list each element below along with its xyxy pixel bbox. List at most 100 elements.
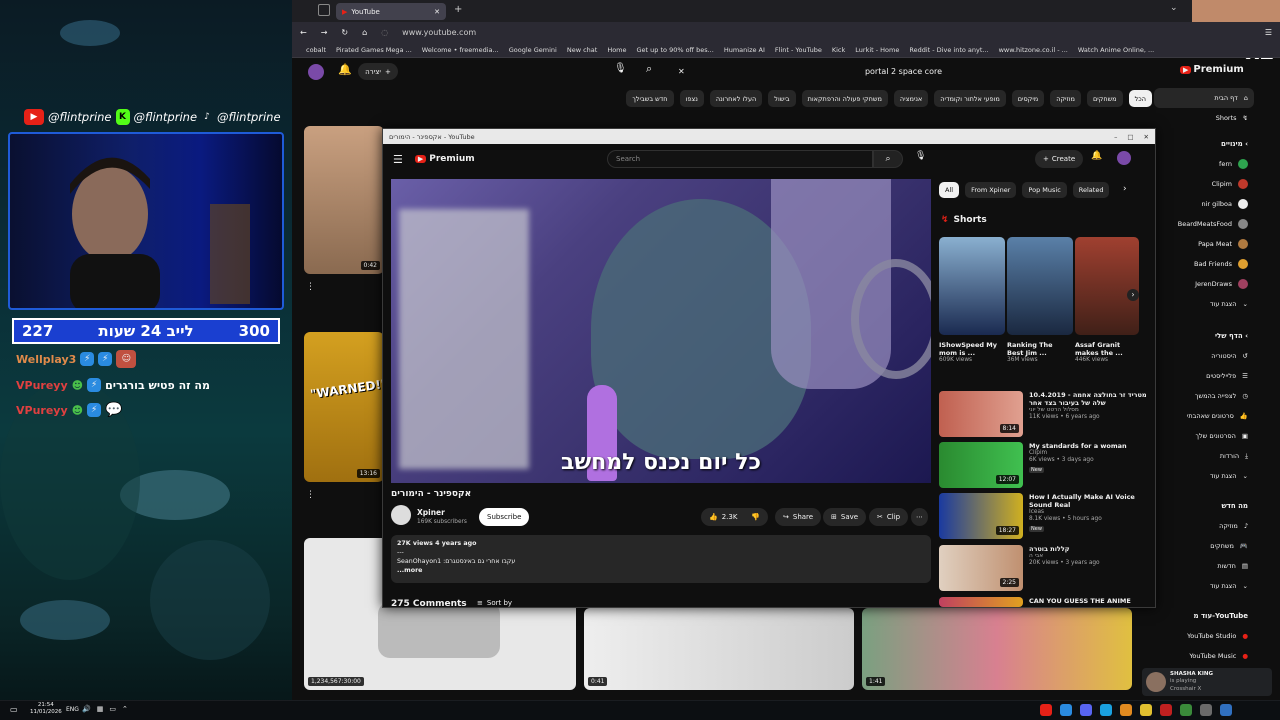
app-icon[interactable] xyxy=(1040,704,1052,716)
filter-chip[interactable]: Pop Music xyxy=(1022,182,1067,198)
tab-youtube[interactable]: ▶ YouTube ✕ xyxy=(336,3,446,20)
app-icon[interactable] xyxy=(1180,704,1192,716)
language-indicator[interactable]: ENG xyxy=(66,706,79,713)
video-thumbnail[interactable]: 0:41 xyxy=(584,608,854,690)
folder-icon[interactable] xyxy=(1140,704,1152,716)
related-video[interactable]: 18:27 How I Actually Make AI Voice Sound… xyxy=(939,493,1151,541)
tab-list-icon[interactable] xyxy=(318,4,330,16)
related-thumbnail[interactable]: 12:07 xyxy=(939,442,1023,488)
notification-center-icon[interactable]: ▭ xyxy=(10,705,18,714)
search-input[interactable]: ✕ portal 2 space core xyxy=(672,62,948,80)
sidebar-item-playlists[interactable]: פלייליסטים ☰ xyxy=(1154,366,1254,386)
chip[interactable]: חדש בשבילך xyxy=(626,90,674,107)
sidebar-sub[interactable]: Bad Friends xyxy=(1154,254,1254,274)
related-thumbnail[interactable]: 18:27 xyxy=(939,493,1023,539)
chip[interactable]: נצפו xyxy=(679,90,704,107)
app-icon[interactable] xyxy=(1100,704,1112,716)
bookmark[interactable]: New chat xyxy=(567,46,597,54)
sidebar-sub[interactable]: Clipim xyxy=(1154,174,1254,194)
discord-icon[interactable] xyxy=(1080,704,1092,716)
maximize-icon[interactable]: □ xyxy=(1127,133,1133,141)
chip[interactable]: מיקסים xyxy=(1011,90,1045,107)
sidebar-section-subscriptions[interactable]: מינויים ‹ xyxy=(1154,134,1254,154)
bookmark[interactable]: Welcome • freemedia... xyxy=(422,46,499,54)
sidebar-item-music[interactable]: מוזיקה ♪ xyxy=(1154,516,1254,536)
related-channel[interactable]: Clipim xyxy=(1029,450,1127,457)
app-icon[interactable] xyxy=(1060,704,1072,716)
sidebar-show-more[interactable]: הצגת עוד ⌄ xyxy=(1154,576,1254,596)
chevron-down-icon[interactable]: ⌄ xyxy=(1170,3,1178,13)
activity-notification[interactable]: SHASHA KING is playing Crosshair X xyxy=(1142,668,1272,696)
sidebar-item-studio[interactable]: YouTube Studio ● xyxy=(1154,626,1254,646)
search-icon[interactable]: ⌕ xyxy=(646,62,652,76)
battery-icon[interactable]: ▭ xyxy=(109,705,116,713)
sidebar-section-you[interactable]: הדף שלי ‹ xyxy=(1154,326,1254,346)
chevron-right-icon[interactable]: › xyxy=(1127,289,1139,301)
bookmark[interactable]: cobalt xyxy=(306,46,326,54)
related-video[interactable]: 8:14 10.4.2019 - מטריד זר בחולצה אחמה של… xyxy=(939,391,1151,439)
app-icon[interactable] xyxy=(1200,704,1212,716)
url-field[interactable]: www.youtube.com xyxy=(402,28,476,37)
sidebar-sub[interactable]: BeardMeatsFood xyxy=(1154,214,1254,234)
sidebar-item-home[interactable]: דף הבית ⌂ xyxy=(1154,88,1254,108)
create-button[interactable]: יצירה + xyxy=(358,63,398,80)
chip[interactable]: העלו לאחרונה xyxy=(709,90,763,107)
bookmark[interactable]: Pirated Games Mega ... xyxy=(336,46,412,54)
save-button[interactable]: ⊞ Save xyxy=(823,508,867,526)
chevron-up-icon[interactable]: ⌃ xyxy=(122,705,128,713)
chip[interactable]: בישול xyxy=(768,90,796,107)
share-button[interactable]: ↪ Share xyxy=(775,508,822,526)
sidebar-item-news[interactable]: חדשות ▤ xyxy=(1154,556,1254,576)
related-video[interactable]: CAN YOU GUESS THE ANIME xyxy=(939,597,1151,607)
sidebar-item-history[interactable]: היסטוריה ↺ xyxy=(1154,346,1254,366)
more-actions-button[interactable]: ⋯ xyxy=(911,508,928,526)
sidebar-sub[interactable]: JerenDraws xyxy=(1154,274,1254,294)
sidebar-item-gaming[interactable]: משחקים 🎮 xyxy=(1154,536,1254,556)
sidebar-sub[interactable]: fern xyxy=(1154,154,1254,174)
related-channel[interactable]: אבי ה xyxy=(1029,553,1100,560)
related-thumbnail[interactable] xyxy=(939,597,1023,607)
related-title[interactable]: How I Actually Make AI Voice Sound Real xyxy=(1029,493,1151,509)
video-thumbnail[interactable]: 1:41 xyxy=(862,608,1132,690)
forward-icon[interactable]: → xyxy=(321,28,328,37)
create-button[interactable]: + Create xyxy=(1035,150,1084,168)
related-title[interactable]: CAN YOU GUESS THE ANIME xyxy=(1029,597,1131,605)
network-icon[interactable]: ▦ xyxy=(97,705,104,713)
subscribe-button[interactable]: Subscribe xyxy=(479,508,530,526)
bookmark[interactable]: Google Gemini xyxy=(509,46,557,54)
bookmark[interactable]: Home xyxy=(607,46,626,54)
related-video[interactable]: 2:25 קללות בוטרה אבי ה 20K views • 3 years… xyxy=(939,545,1151,593)
sidebar-sub[interactable]: nir gilboa xyxy=(1154,194,1254,214)
youtube-logo[interactable]: ▶ Premium xyxy=(414,154,475,164)
minimize-icon[interactable]: – xyxy=(1114,133,1117,141)
search-button[interactable]: ⌕ xyxy=(873,150,903,168)
related-title[interactable]: קללות בוטרה xyxy=(1029,545,1100,553)
youtube-logo[interactable]: ▶ Premium xyxy=(1180,64,1244,75)
sidebar-item-music-app[interactable]: YouTube Music ● xyxy=(1154,646,1254,666)
short-title[interactable]: Ranking The Best Jim ... xyxy=(1007,341,1067,357)
related-channel[interactable]: Iceas xyxy=(1029,509,1151,516)
windows-start-icon[interactable] xyxy=(1220,704,1232,716)
related-title[interactable]: 10.4.2019 - מטריד זר בחולצה אחמה שלה של … xyxy=(1029,391,1151,407)
description-box[interactable]: 27K views 4 years ago --- SeanOhayon1 :ע… xyxy=(391,535,931,583)
related-title[interactable]: My standards for a woman xyxy=(1029,442,1127,450)
video-player[interactable]: כל יום נכנס למחשב xyxy=(391,179,931,483)
short-thumbnail[interactable] xyxy=(1075,237,1139,335)
firefox-icon[interactable] xyxy=(1120,704,1132,716)
channel-name[interactable]: Xpiner xyxy=(417,508,445,517)
sidebar-item-downloads[interactable]: הורדות ⤓ xyxy=(1154,446,1254,466)
mic-icon[interactable]: 🎙 xyxy=(614,63,627,74)
bookmark[interactable]: Lurkit - Home xyxy=(855,46,899,54)
home-icon[interactable]: ⌂ xyxy=(362,28,367,37)
sidebar-item-your-videos[interactable]: הסרטונים שלך ▣ xyxy=(1154,426,1254,446)
clock[interactable]: 21:54 11/01/2026 xyxy=(30,702,62,716)
shield-icon[interactable]: ◌ xyxy=(381,28,388,37)
new-tab-icon[interactable]: + xyxy=(454,4,462,15)
menu-icon[interactable]: ☰ xyxy=(393,153,403,166)
bookmark[interactable]: Humanize AI xyxy=(724,46,765,54)
video-thumbnail[interactable]: 0:42 xyxy=(304,126,384,274)
avatar[interactable] xyxy=(1117,151,1131,165)
chip[interactable]: משחקי פעולה והרפתקאות xyxy=(801,90,888,107)
bookmark[interactable]: Flint - YouTube xyxy=(775,46,822,54)
short-title[interactable]: Assaf Granit makes the ... xyxy=(1075,341,1135,357)
